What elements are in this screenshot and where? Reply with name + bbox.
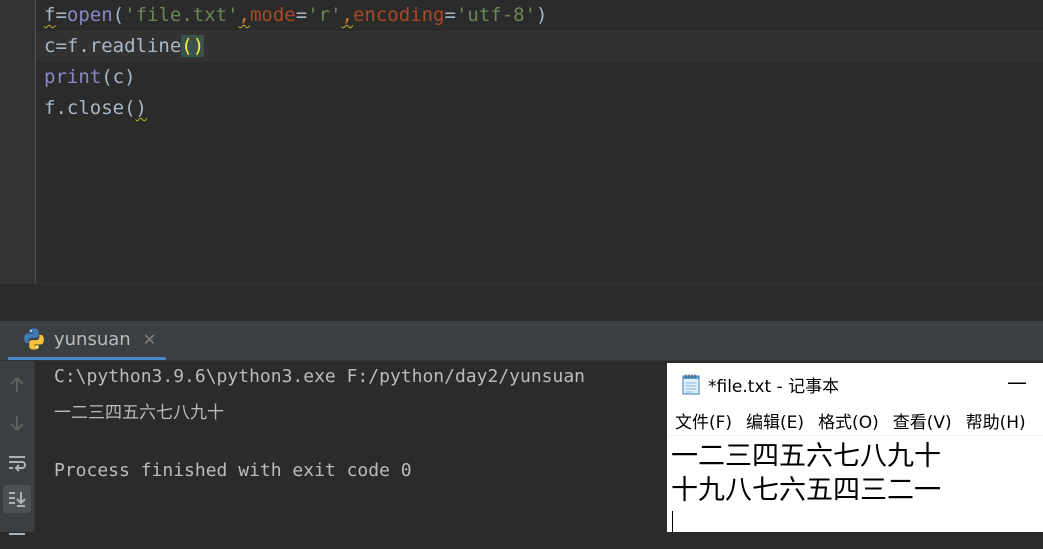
code-token: = xyxy=(444,4,456,26)
run-tab-yunsuan[interactable]: yunsuan ✕ xyxy=(8,321,167,360)
close-icon[interactable]: ✕ xyxy=(143,330,156,349)
notepad-window[interactable]: *file.txt - 记事本 — 文件(F) 编辑(E) 格式(O) 查看(V… xyxy=(667,363,1043,532)
notepad-text-area[interactable]: 一二三四五六七八九十 十九八七六五四三二一 xyxy=(667,436,1043,532)
code-token: c=f.readline xyxy=(44,35,182,57)
menu-help[interactable]: 帮助(H) xyxy=(959,408,1033,433)
code-editor[interactable]: f=open('file.txt',mode='r',encoding='utf… xyxy=(0,0,1043,283)
more-tools-icon[interactable] xyxy=(3,521,31,549)
code-token: mode xyxy=(249,4,296,26)
code-token: f.close( xyxy=(44,97,136,119)
code-area[interactable]: f=open('file.txt',mode='r',encoding='utf… xyxy=(44,0,1043,124)
code-token: ( xyxy=(112,4,125,26)
code-token: , xyxy=(341,4,353,26)
code-token: encoding xyxy=(352,4,445,26)
console-exit-line: Process finished with exit code 0 xyxy=(54,460,412,481)
code-token: 'utf-8' xyxy=(455,4,537,26)
scroll-to-end-icon[interactable] xyxy=(3,485,31,513)
code-token: open xyxy=(66,4,113,26)
code-token: , xyxy=(238,4,250,26)
code-line-4[interactable]: f.close() xyxy=(44,93,1043,124)
code-line-3[interactable]: print(c) xyxy=(44,62,1043,93)
console-output-line: 一二三四五六七八九十 xyxy=(54,403,224,423)
notepad-title-bar[interactable]: *file.txt - 记事本 — xyxy=(667,363,1043,405)
code-token: = xyxy=(295,4,308,26)
text-caret xyxy=(672,511,673,532)
matched-parens: () xyxy=(181,35,205,57)
editor-bottom-area xyxy=(0,283,1043,322)
console-command-line: C:\python3.9.6\python3.exe F:/python/day… xyxy=(54,366,586,387)
run-tab-label: yunsuan xyxy=(54,328,131,350)
code-token: ) xyxy=(135,97,147,119)
arrow-down-icon[interactable] xyxy=(3,409,31,437)
notepad-menu-bar: 文件(F) 编辑(E) 格式(O) 查看(V) 帮助(H) xyxy=(667,405,1043,436)
python-icon xyxy=(24,328,44,350)
code-token: ) xyxy=(536,4,548,26)
notepad-line-1: 一二三四五六七八九十 xyxy=(671,441,941,472)
notepad-icon xyxy=(682,374,700,395)
notepad-line-2: 十九八七六五四三二一 xyxy=(671,475,941,506)
code-line-1[interactable]: f=open('file.txt',mode='r',encoding='utf… xyxy=(44,0,1043,31)
minimize-button[interactable]: — xyxy=(1004,370,1030,394)
code-token: 'file.txt' xyxy=(124,4,239,26)
menu-view[interactable]: 查看(V) xyxy=(886,408,959,433)
menu-format[interactable]: 格式(O) xyxy=(811,408,886,433)
code-token: 'r' xyxy=(307,4,342,26)
code-line-2[interactable]: c=f.readline() xyxy=(44,31,1043,62)
soft-wrap-icon[interactable] xyxy=(3,449,31,477)
notepad-title: *file.txt - 记事本 xyxy=(708,376,840,397)
menu-file[interactable]: 文件(F) xyxy=(667,408,739,433)
run-toolbar xyxy=(0,361,35,535)
code-token: f xyxy=(44,4,56,26)
run-tool-window-header: yunsuan ✕ xyxy=(0,321,1043,361)
code-token: print xyxy=(44,66,102,88)
arrow-up-icon[interactable] xyxy=(3,371,31,399)
menu-edit[interactable]: 编辑(E) xyxy=(739,408,811,433)
editor-gutter xyxy=(0,0,36,283)
code-token: = xyxy=(55,4,67,26)
code-token: (c) xyxy=(101,66,136,88)
